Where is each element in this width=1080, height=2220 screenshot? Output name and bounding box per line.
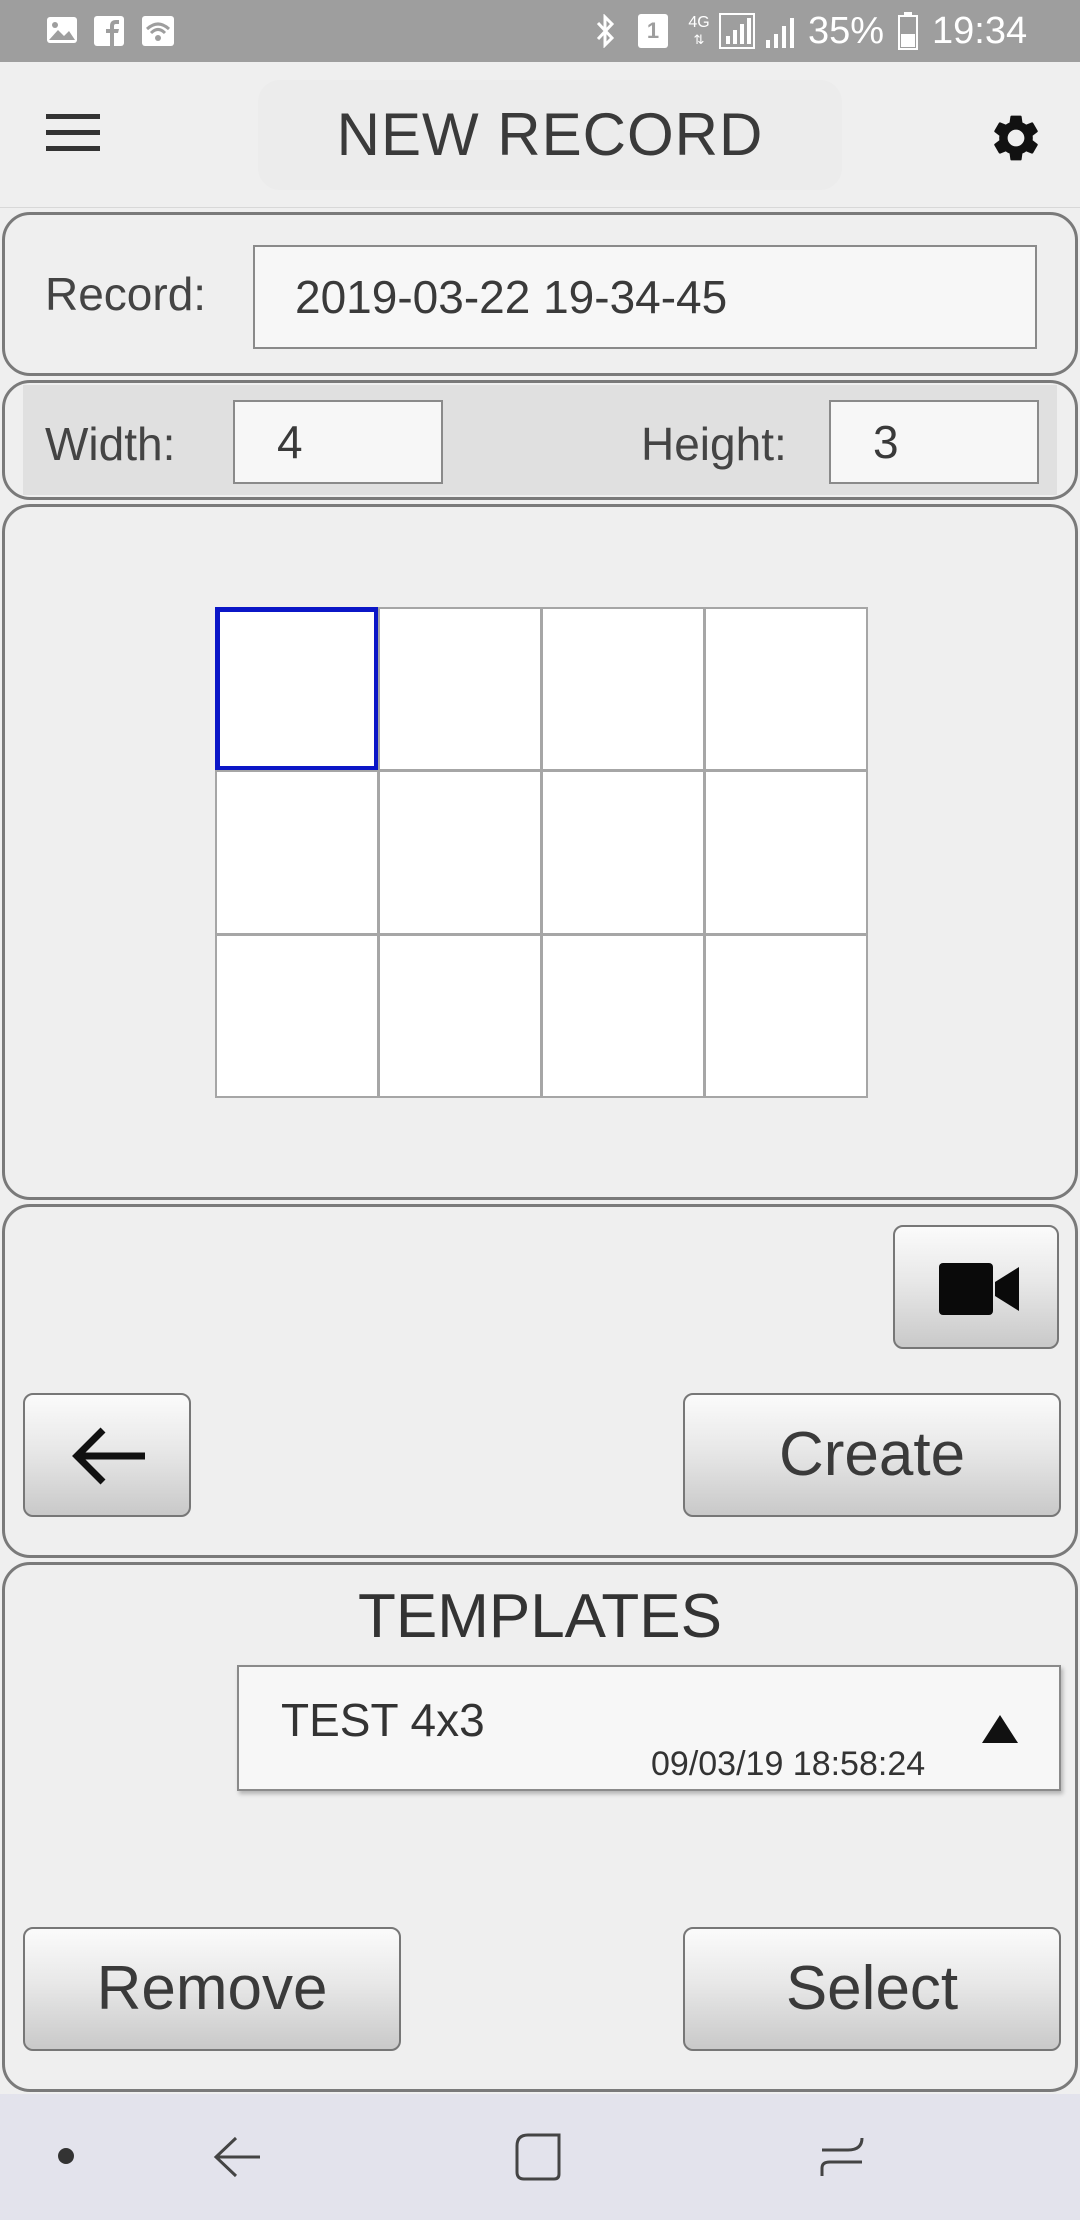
grid-cell[interactable] (215, 933, 379, 1098)
template-name: TEST 4x3 (281, 1694, 485, 1746)
grid-cell[interactable] (704, 607, 868, 772)
width-label: Width: (45, 418, 176, 470)
home-icon[interactable] (514, 2132, 562, 2182)
wifi-icon (142, 16, 174, 46)
network-type: 4G (688, 14, 710, 31)
gallery-icon (47, 17, 77, 43)
remove-button[interactable]: Remove (23, 1927, 401, 2051)
create-button-label: Create (778, 1420, 966, 1489)
template-dropdown[interactable]: TEST 4x3 09/03/19 18:58:24 (237, 1665, 1061, 1791)
grid-panel (2, 504, 1078, 1200)
dot-icon[interactable] (56, 2146, 76, 2166)
recents-icon[interactable] (818, 2134, 868, 2180)
record-label: Record: (45, 268, 207, 320)
select-button-label: Select (785, 1954, 959, 2023)
grid-cell[interactable] (541, 607, 705, 772)
record-grid (215, 607, 868, 1098)
battery-icon (898, 12, 918, 50)
arrow-left-icon (72, 1427, 145, 1485)
grid-cell[interactable] (215, 770, 379, 935)
network-icon: 4G ⇅ (688, 14, 710, 47)
grid-cell[interactable] (704, 933, 868, 1098)
sim-icon: 1 (638, 14, 668, 48)
sim-slot-number: 1 (646, 18, 660, 43)
actions-panel: Create (2, 1204, 1078, 1558)
select-button[interactable]: Select (683, 1927, 1061, 2051)
grid-cell[interactable] (215, 607, 379, 772)
height-label: Height: (641, 418, 787, 470)
height-input[interactable]: 3 (829, 400, 1039, 484)
video-camera-icon (939, 1263, 1019, 1315)
templates-panel: TEMPLATES TEST 4x3 09/03/19 18:58:24 Rem… (2, 1562, 1078, 2092)
bluetooth-icon (596, 14, 615, 48)
facebook-icon (94, 16, 124, 46)
grid-cell[interactable] (541, 770, 705, 935)
clock: 19:34 (932, 10, 1028, 52)
signal-icon-2 (766, 18, 794, 48)
template-timestamp: 09/03/19 18:58:24 (651, 1745, 926, 1783)
grid-cell[interactable] (378, 933, 542, 1098)
camera-button[interactable] (893, 1225, 1059, 1349)
record-name-input[interactable]: 2019-03-22 19-34-45 (253, 245, 1037, 349)
record-panel: Record: 2019-03-22 19-34-45 (2, 212, 1078, 376)
width-input[interactable]: 4 (233, 400, 443, 484)
grid-cell[interactable] (378, 607, 542, 772)
templates-title: TEMPLATES (357, 1582, 723, 1651)
navigation-bar (0, 2094, 1080, 2220)
grid-cell[interactable] (541, 933, 705, 1098)
create-button[interactable]: Create (683, 1393, 1061, 1517)
app-bar: NEW RECORD (0, 62, 1080, 208)
remove-button-label: Remove (96, 1954, 328, 2023)
dimensions-panel: Width: 4 Height: 3 (2, 380, 1078, 500)
status-bar: 1 4G ⇅ 35% 19:34 (0, 0, 1080, 62)
gear-icon[interactable] (988, 110, 1044, 166)
grid-cell[interactable] (378, 770, 542, 935)
page-title: NEW RECORD (336, 101, 764, 168)
hamburger-menu-icon[interactable] (46, 112, 100, 152)
back-button[interactable] (23, 1393, 191, 1517)
grid-cell[interactable] (704, 770, 868, 935)
triangle-up-icon (982, 1715, 1018, 1743)
battery-percent: 35% (808, 10, 885, 52)
back-icon[interactable] (212, 2134, 262, 2180)
signal-icon (719, 13, 755, 49)
